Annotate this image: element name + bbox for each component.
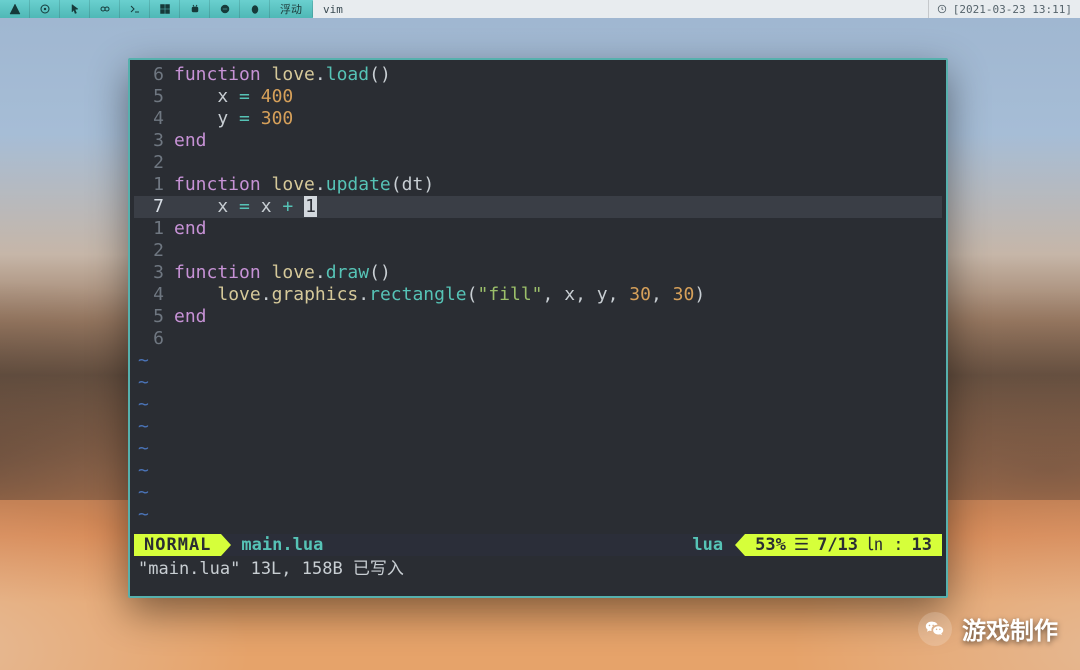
terminal-icon[interactable]: [120, 0, 150, 18]
status-column: 13: [912, 534, 932, 556]
status-filename: main.lua: [231, 534, 333, 556]
status-filetype: lua: [680, 534, 735, 556]
clock-icon: [937, 4, 947, 14]
wechat-icon: [918, 612, 952, 646]
code-line[interactable]: 2: [134, 152, 942, 174]
code-line[interactable]: 6function love.load(): [134, 64, 942, 86]
lines-icon: ☰: [794, 534, 809, 556]
code-line[interactable]: 5 x = 400: [134, 86, 942, 108]
window-title: vim: [313, 0, 928, 18]
separator-icon: [221, 534, 231, 556]
code-line[interactable]: 3function love.draw(): [134, 262, 942, 284]
taskbar: 浮动 vim [2021-03-23 13:11]: [0, 0, 1080, 18]
code-line[interactable]: 6: [134, 328, 942, 350]
column-icon: ㏑ :: [866, 534, 903, 556]
line-number: 5: [134, 86, 174, 108]
line-number: 3: [134, 130, 174, 152]
watermark: 游戏制作: [918, 611, 1058, 646]
windows-icon[interactable]: [150, 0, 180, 18]
code-line[interactable]: 5end: [134, 306, 942, 328]
vim-statusline: NORMAL main.lua lua 53% ☰ 7/13 ㏑ : 13: [134, 534, 942, 556]
empty-line-tilde: ~: [134, 438, 942, 460]
line-number: 6: [134, 64, 174, 86]
empty-line-tilde: ~: [134, 416, 942, 438]
code-content[interactable]: love.graphics.rectangle("fill", x, y, 30…: [174, 284, 705, 306]
line-number: 7: [134, 196, 174, 218]
target-icon[interactable]: [30, 0, 60, 18]
code-content[interactable]: y = 300: [174, 108, 293, 130]
empty-line-tilde: ~: [134, 372, 942, 394]
line-number: 2: [134, 152, 174, 174]
code-content[interactable]: end: [174, 306, 207, 328]
status-position: 7/13: [817, 534, 858, 556]
empty-line-tilde: ~: [134, 394, 942, 416]
android-icon[interactable]: [180, 0, 210, 18]
taskbar-float-label[interactable]: 浮动: [270, 1, 313, 17]
empty-line-tilde: ~: [134, 504, 942, 526]
line-number: 3: [134, 262, 174, 284]
code-line[interactable]: 7 x = x + 1: [134, 196, 942, 218]
line-number: 4: [134, 284, 174, 306]
status-mode: NORMAL: [134, 534, 221, 556]
tux-icon[interactable]: [240, 0, 270, 18]
line-number: 1: [134, 174, 174, 196]
code-line[interactable]: 3end: [134, 130, 942, 152]
code-line[interactable]: 1end: [134, 218, 942, 240]
code-line[interactable]: 4 y = 300: [134, 108, 942, 130]
clock-text: [2021-03-23 13:11]: [953, 3, 1072, 16]
line-number: 6: [134, 328, 174, 350]
code-content[interactable]: end: [174, 130, 207, 152]
code-line[interactable]: 2: [134, 240, 942, 262]
line-number: 5: [134, 306, 174, 328]
vim-terminal[interactable]: 6function love.load()5 x = 4004 y = 3003…: [128, 58, 948, 598]
code-content[interactable]: function love.update(dt): [174, 174, 434, 196]
cursor-icon[interactable]: [60, 0, 90, 18]
code-content[interactable]: function love.draw(): [174, 262, 391, 284]
empty-line-tilde: ~: [134, 350, 942, 372]
line-number: 4: [134, 108, 174, 130]
code-content[interactable]: x = 400: [174, 86, 293, 108]
taskbar-left: 浮动: [0, 0, 313, 18]
code-line[interactable]: 1function love.update(dt): [134, 174, 942, 196]
arch-icon[interactable]: [0, 0, 30, 18]
line-number: 2: [134, 240, 174, 262]
minus-icon[interactable]: [210, 0, 240, 18]
code-area[interactable]: 6function love.load()5 x = 4004 y = 3003…: [134, 64, 942, 526]
link-icon[interactable]: [90, 0, 120, 18]
code-line[interactable]: 4 love.graphics.rectangle("fill", x, y, …: [134, 284, 942, 306]
code-content[interactable]: function love.load(): [174, 64, 391, 86]
empty-line-tilde: ~: [134, 460, 942, 482]
vim-message: "main.lua" 13L, 158B 已写入: [134, 556, 942, 582]
taskbar-clock: [2021-03-23 13:11]: [928, 0, 1080, 18]
line-number: 1: [134, 218, 174, 240]
watermark-text: 游戏制作: [962, 611, 1058, 646]
status-right: 53% ☰ 7/13 ㏑ : 13: [745, 534, 942, 556]
code-content[interactable]: end: [174, 218, 207, 240]
status-percent: 53%: [755, 534, 786, 556]
empty-line-tilde: ~: [134, 482, 942, 504]
separator-icon: [735, 534, 745, 556]
code-content[interactable]: x = x + 1: [174, 196, 942, 218]
